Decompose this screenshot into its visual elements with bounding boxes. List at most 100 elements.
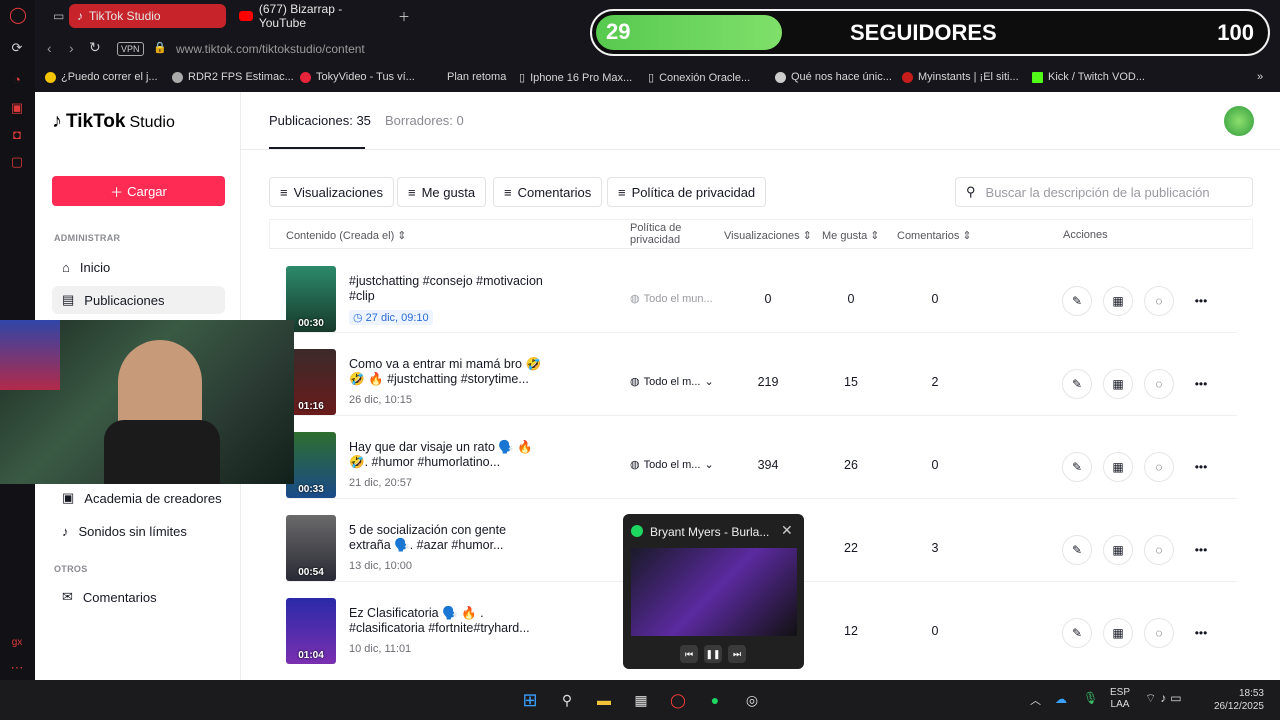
comment-icon[interactable]: ◌	[1144, 618, 1174, 648]
language-indicator[interactable]: ESP LAA	[1110, 687, 1130, 711]
filter-views[interactable]: ≡ Visualizaciones	[269, 177, 394, 207]
video-thumbnail[interactable]: 00:54	[286, 515, 336, 581]
home-icon: ⌂	[62, 259, 70, 275]
onedrive-icon[interactable]: ☁	[1055, 692, 1067, 706]
bookmark-item[interactable]: RDR2 FPS Estimac...	[172, 71, 294, 83]
reload-icon[interactable]: ↻	[89, 39, 101, 56]
upload-button[interactable]: ＋ Cargar	[52, 176, 225, 206]
tab-youtube[interactable]: (677) Bizarrap - YouTube	[231, 2, 391, 30]
analytics-icon[interactable]: ▦	[1103, 286, 1133, 316]
file-explorer-icon[interactable]: ▬	[592, 688, 616, 712]
search-icon: ⚲	[966, 184, 976, 199]
table-row[interactable]: 00:30 #justchatting #consejo #motivacion…	[285, 250, 1237, 333]
search-input[interactable]: Buscar la descripción de la publicación	[986, 185, 1210, 200]
table-row[interactable]: 01:16 Como va a entrar mi mamá bro 🤣 🤣 🔥…	[285, 333, 1237, 416]
more-icon[interactable]: ⋯	[9, 660, 25, 676]
edit-icon[interactable]: ✎	[1062, 452, 1092, 482]
messenger-icon[interactable]: ◘	[9, 127, 25, 143]
table-row[interactable]: 00:33 Hay que dar visaje un rato 🗣️ 🔥 🤣.…	[285, 416, 1237, 499]
more-options-icon[interactable]: •••	[1186, 452, 1216, 482]
close-icon[interactable]: ✕	[781, 522, 793, 539]
app-icon[interactable]: ◎	[740, 688, 764, 712]
forward-icon[interactable]: ›	[69, 40, 74, 56]
tab-label: TikTok Studio	[89, 9, 161, 23]
privacy-dropdown[interactable]: ◍ Todo el m... ⌄	[630, 375, 714, 389]
column-likes[interactable]: Me gusta ⇕	[822, 229, 880, 242]
sidebar-item-home[interactable]: ⌂ Inicio	[52, 253, 225, 281]
comment-icon[interactable]: ◌	[1144, 452, 1174, 482]
new-tab-button[interactable]: ＋	[390, 4, 410, 28]
opera-gx-icon[interactable]: ◯	[666, 688, 690, 712]
comments-count: 0	[931, 458, 939, 472]
previous-track-icon[interactable]: ⏮	[680, 645, 698, 663]
comments-count: 2	[931, 375, 939, 389]
analytics-icon[interactable]: ▦	[1103, 369, 1133, 399]
edit-icon[interactable]: ✎	[1062, 618, 1092, 648]
search-box[interactable]: ⚲ Buscar la descripción de la publicació…	[955, 177, 1253, 207]
studio-logo[interactable]: ♪ TikTok Studio	[52, 110, 175, 133]
instagram-icon[interactable]: ▢	[9, 154, 25, 170]
edit-icon[interactable]: ✎	[1062, 369, 1092, 399]
url-field[interactable]: www.tiktok.com/tiktokstudio/content	[176, 42, 365, 56]
next-track-icon[interactable]: ⏭	[728, 645, 746, 663]
back-icon[interactable]: ‹	[47, 40, 52, 56]
post-description: Ez Clasificatoria 🗣️ 🔥 . #clasificatoria…	[349, 606, 530, 635]
column-comments[interactable]: Comentarios ⇕	[897, 229, 972, 242]
bookmarks-more-icon[interactable]: »	[1257, 71, 1263, 83]
bookmark-item[interactable]: Plan retoma	[447, 71, 506, 83]
sidebar-item-comments[interactable]: ✉ Comentarios	[52, 583, 225, 611]
more-options-icon[interactable]: •••	[1186, 618, 1216, 648]
page-icon: ▯	[519, 72, 526, 84]
tab-tiktok-studio[interactable]: ♪ TikTok Studio	[69, 4, 226, 28]
filter-privacy[interactable]: ≡ Política de privacidad	[607, 177, 767, 207]
bookmark-item[interactable]: TokyVideo - Tus ví...	[300, 71, 415, 83]
bookmark-item[interactable]: Kick / Twitch VOD...	[1032, 71, 1145, 83]
column-content[interactable]: Contenido (Creada el) ⇕	[286, 229, 407, 242]
microphone-icon[interactable]: 🎙	[1083, 691, 1098, 705]
pause-icon[interactable]: ❚❚	[704, 645, 722, 663]
edit-icon[interactable]: ✎	[1062, 535, 1092, 565]
edit-icon[interactable]: ✎	[1062, 286, 1092, 316]
chevron-up-icon[interactable]: ︿	[1030, 692, 1041, 708]
network-volume-battery-icons[interactable]: ⌔♪▭	[1145, 691, 1186, 706]
analytics-icon[interactable]: ▦	[1103, 452, 1133, 482]
comment-icon[interactable]: ◌	[1144, 286, 1174, 316]
opera-logo-icon[interactable]: ◯	[9, 8, 27, 24]
clock[interactable]: 18:53 26/12/2025	[1206, 687, 1264, 713]
bookmark-item[interactable]: Myinstants | ¡El siti...	[902, 71, 1019, 83]
privacy-dropdown[interactable]: ◍ Todo el m... ⌄	[630, 458, 714, 472]
aria-icon[interactable]: ◔	[9, 72, 25, 88]
more-options-icon[interactable]: •••	[1186, 369, 1216, 399]
bookmark-item[interactable]: ▯ Iphone 16 Pro Max...	[519, 71, 632, 85]
store-icon[interactable]: ▦	[629, 688, 653, 712]
search-icon[interactable]: ⚲	[555, 688, 579, 712]
filter-comments[interactable]: ≡ Comentarios	[493, 177, 603, 207]
windows-start-icon[interactable]: ⊞	[518, 688, 542, 712]
bookmark-item[interactable]: Qué nos hace únic...	[775, 71, 892, 83]
tab-published[interactable]: Publicaciones: 35	[269, 113, 371, 128]
spotify-icon[interactable]: ●	[703, 688, 727, 712]
comment-icon[interactable]: ◌	[1144, 369, 1174, 399]
bookmark-item[interactable]: ¿Puedo correr el j...	[45, 71, 158, 83]
sidebar-item-academy[interactable]: ▣ Academia de creadores	[52, 484, 225, 512]
bag-icon[interactable]: ▣	[9, 100, 25, 116]
analytics-icon[interactable]: ▦	[1103, 535, 1133, 565]
vpn-badge[interactable]: VPN	[117, 42, 144, 56]
avatar[interactable]	[1224, 106, 1254, 136]
comments-count: 0	[931, 292, 939, 306]
sidebar-item-sounds[interactable]: ♪ Sonidos sin límites	[52, 517, 225, 545]
video-thumbnail[interactable]: 01:04	[286, 598, 336, 664]
upload-label: Cargar	[127, 183, 167, 199]
comment-icon[interactable]: ◌	[1144, 535, 1174, 565]
column-views[interactable]: Visualizaciones ⇕	[724, 229, 812, 242]
tab-drafts[interactable]: Borradores: 0	[385, 113, 464, 128]
more-options-icon[interactable]: •••	[1186, 286, 1216, 316]
sidebar-item-posts[interactable]: ▤ Publicaciones	[52, 286, 225, 314]
more-options-icon[interactable]: •••	[1186, 535, 1216, 565]
gx-icon[interactable]: gx	[9, 635, 25, 651]
sort-icon: ≡	[618, 184, 626, 200]
filter-likes[interactable]: ≡ Me gusta	[397, 177, 487, 207]
sync-icon[interactable]: ⟳	[9, 40, 25, 56]
analytics-icon[interactable]: ▦	[1103, 618, 1133, 648]
bookmark-item[interactable]: ▯ Conexión Oracle...	[648, 71, 750, 85]
